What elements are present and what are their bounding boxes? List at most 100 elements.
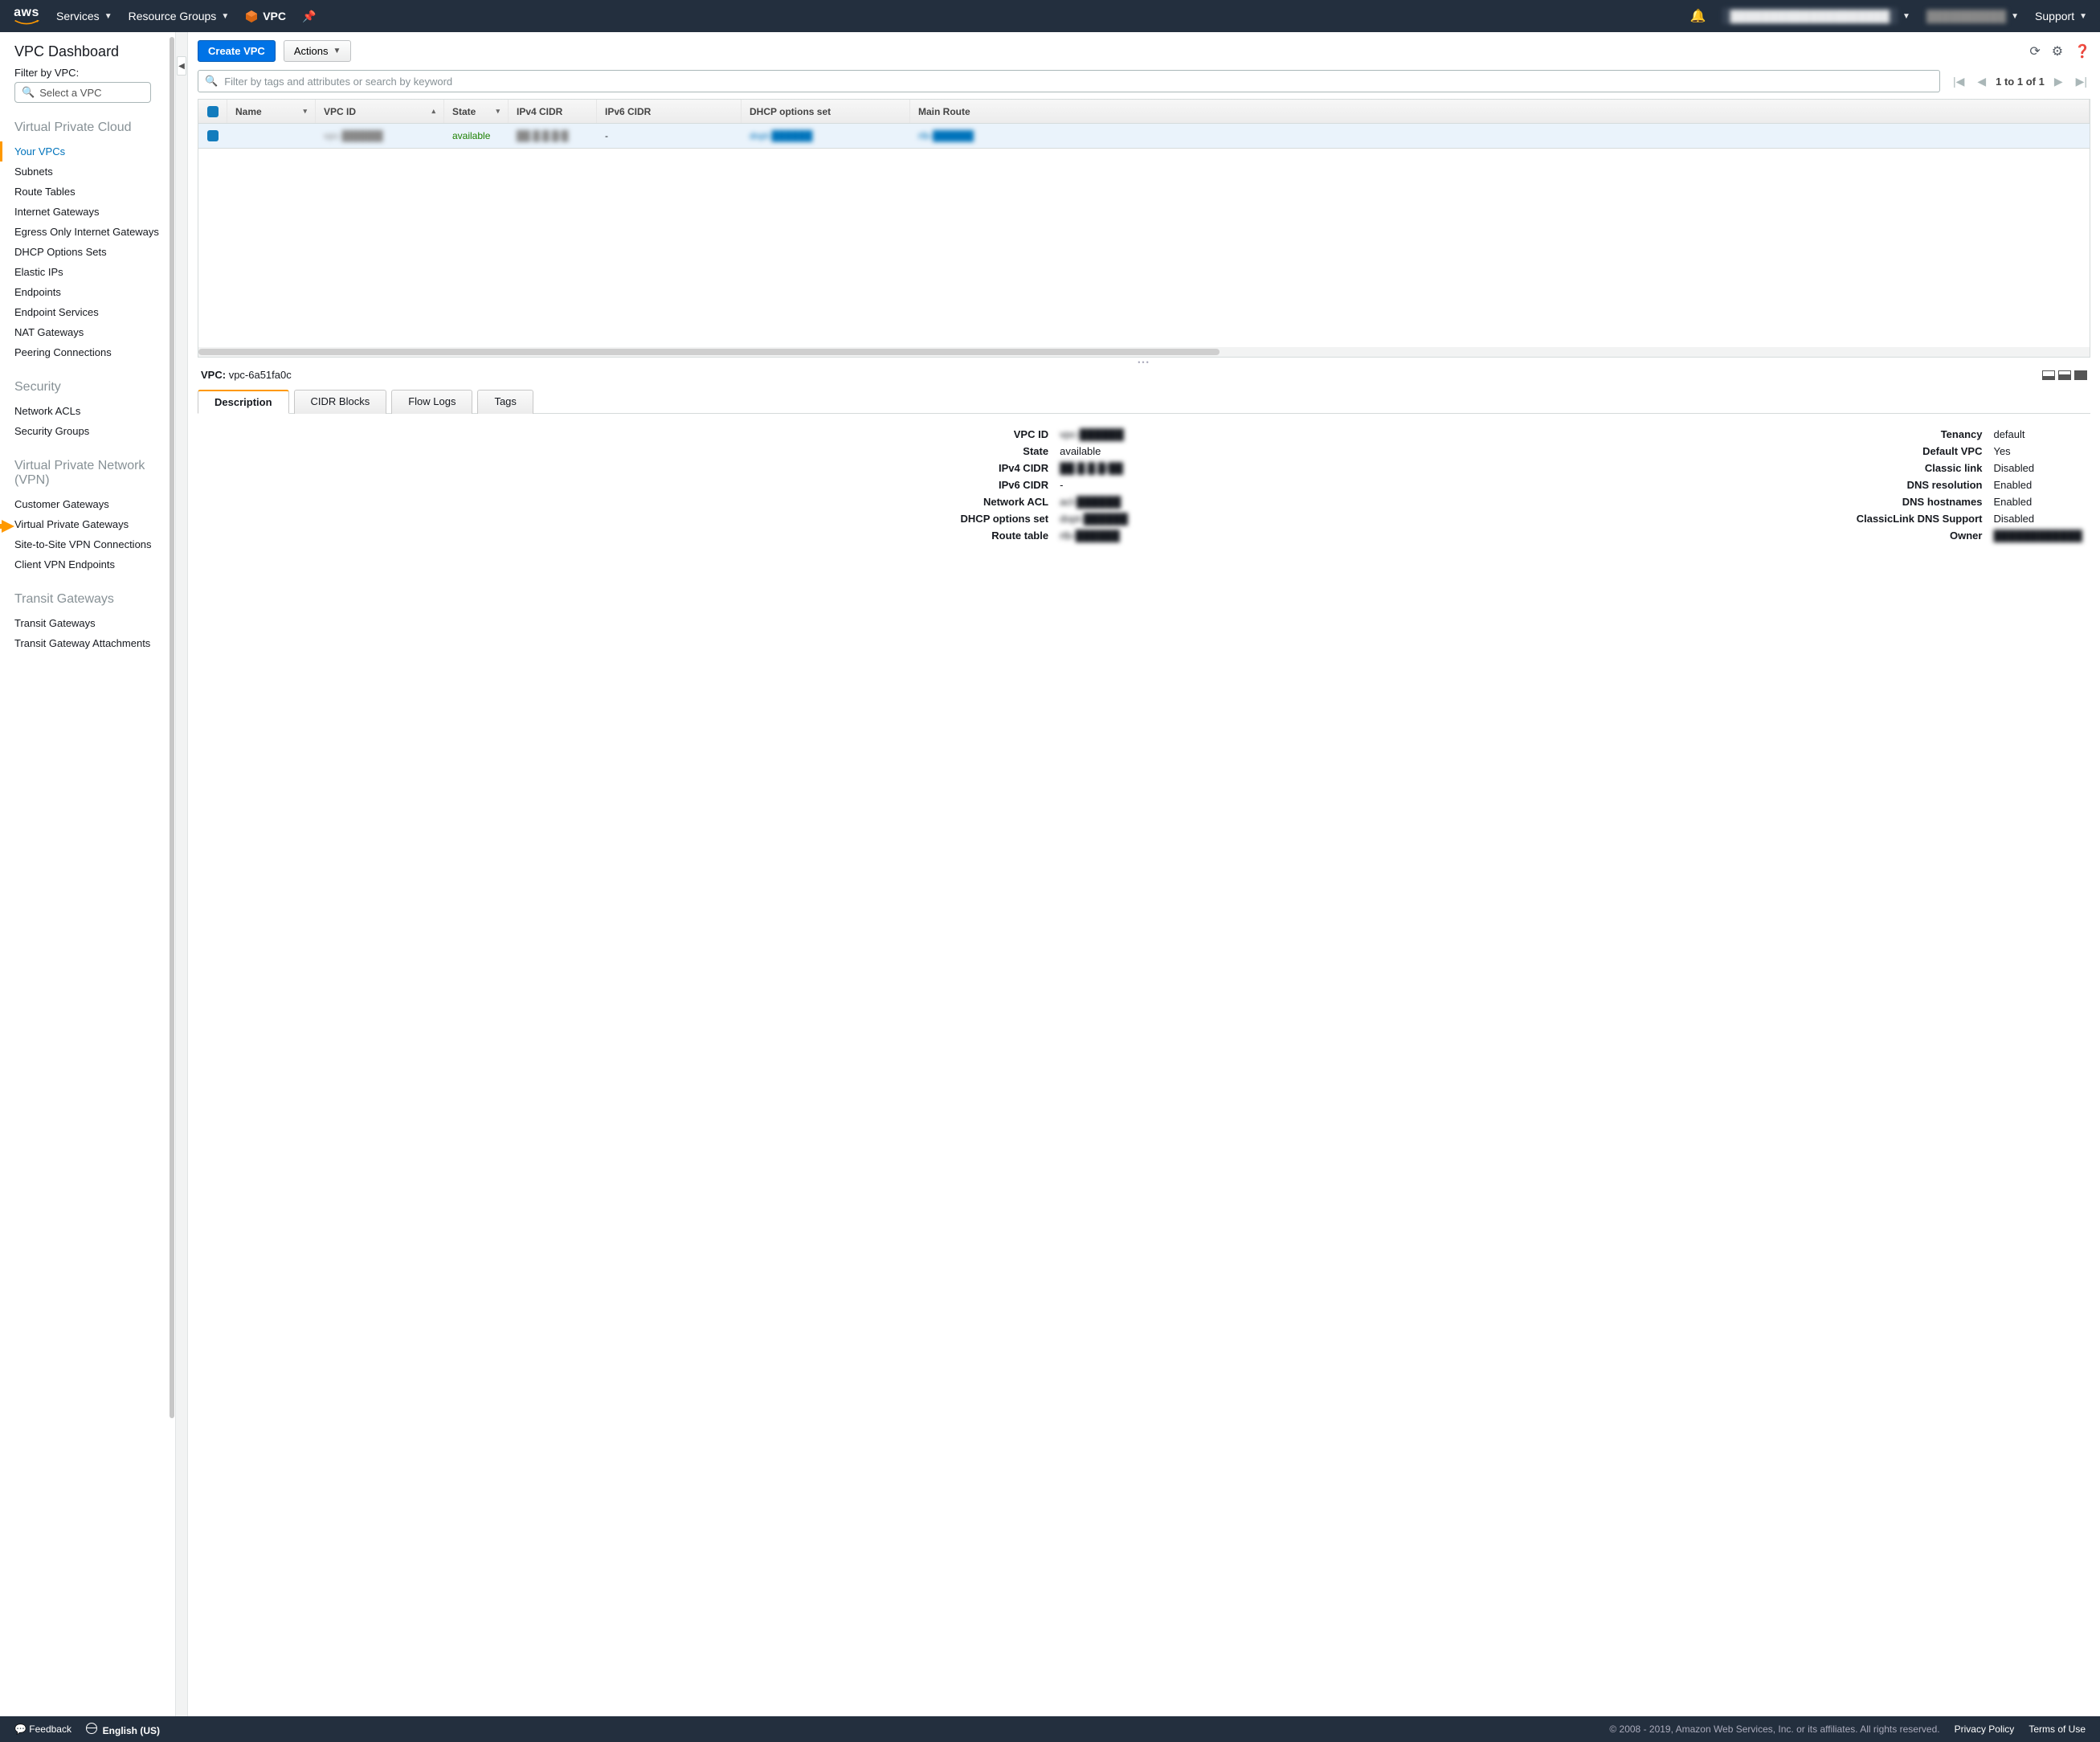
actions-menu-button[interactable]: Actions ▼ [284, 40, 352, 62]
pin-icon: 📌 [302, 10, 316, 23]
label-classiclink-dns: ClassicLink DNS Support [1789, 513, 1982, 525]
col-vpc-id[interactable]: VPC ID▴ [316, 100, 444, 123]
sidebar-item-virtual-private-gateways[interactable]: Virtual Private Gateways [14, 514, 175, 534]
sidebar-item-elastic-ips[interactable]: Elastic IPs [14, 262, 175, 282]
page-first-button[interactable]: |◀ [1950, 73, 1967, 90]
filter-by-vpc-label: Filter by VPC: [14, 67, 175, 79]
label-dns-hostnames: DNS hostnames [1789, 496, 1982, 508]
cell-ipv4: ██.█.█.█/█ [509, 124, 597, 148]
footer: 💬 Feedback English (US) © 2008 - 2019, A… [0, 1716, 2100, 1742]
panel-size-small-button[interactable] [2042, 370, 2055, 380]
table-header-row: Name▾ VPC ID▴ State▾ IPv4 CIDR IPv6 CIDR… [198, 100, 2090, 124]
col-label: IPv6 CIDR [605, 106, 651, 117]
col-name[interactable]: Name▾ [227, 100, 316, 123]
create-vpc-button[interactable]: Create VPC [198, 40, 276, 62]
settings-button[interactable]: ⚙ [2052, 43, 2063, 59]
sidebar-item-customer-gateways[interactable]: Customer Gateways [14, 494, 175, 514]
account-label: ████████████████████ [1722, 8, 1898, 24]
sidebar-item-your-vpcs[interactable]: Your VPCs [0, 141, 175, 162]
cell-ipv6: - [597, 124, 742, 148]
sidebar-scrollbar[interactable] [169, 32, 175, 1716]
col-dhcp[interactable]: DHCP options set [742, 100, 910, 123]
page-prev-button[interactable]: ◀ [1974, 73, 1989, 90]
label-owner: Owner [1789, 530, 1982, 542]
horizontal-scrollbar[interactable] [198, 347, 2090, 357]
search-icon: 🔍 [205, 75, 218, 88]
sidebar-item-transit-gateways[interactable]: Transit Gateways [14, 613, 175, 633]
region-label: ██████████ [1926, 10, 2006, 22]
tab-description[interactable]: Description [198, 390, 289, 414]
cell-name [227, 124, 316, 148]
tab-tags[interactable]: Tags [477, 390, 533, 414]
sidebar-item-egress-only-igw[interactable]: Egress Only Internet Gateways [14, 222, 175, 242]
col-main-route[interactable]: Main Route [910, 100, 2090, 123]
label-vpc-id: VPC ID [904, 428, 1048, 440]
notifications-button[interactable]: 🔔 [1690, 8, 1706, 24]
col-state[interactable]: State▾ [444, 100, 509, 123]
collapse-sidebar-button[interactable]: ◀ [177, 56, 186, 76]
sidebar-item-tgw-attachments[interactable]: Transit Gateway Attachments [14, 633, 175, 653]
col-ipv6-cidr[interactable]: IPv6 CIDR [597, 100, 742, 123]
help-icon: ❓ [2074, 45, 2090, 59]
sidebar-item-endpoints[interactable]: Endpoints [14, 282, 175, 302]
tab-cidr-blocks[interactable]: CIDR Blocks [294, 390, 387, 414]
refresh-button[interactable]: ⟳ [2029, 43, 2040, 59]
sidebar-item-subnets[interactable]: Subnets [14, 162, 175, 182]
search-input[interactable]: 🔍 Filter by tags and attributes or searc… [198, 70, 1940, 92]
sidebar-item-peering[interactable]: Peering Connections [14, 342, 175, 362]
label-ipv4-cidr: IPv4 CIDR [904, 462, 1048, 474]
sidebar-item-network-acls[interactable]: Network ACLs [14, 401, 175, 421]
sidebar-item-route-tables[interactable]: Route Tables [14, 182, 175, 202]
sidebar-item-endpoint-services[interactable]: Endpoint Services [14, 302, 175, 322]
sidebar: VPC Dashboard Filter by VPC: 🔍 Select a … [0, 32, 175, 1716]
tab-flow-logs[interactable]: Flow Logs [391, 390, 472, 414]
pinned-service[interactable]: VPC [245, 10, 286, 22]
label-dhcp-options: DHCP options set [904, 513, 1048, 525]
pinned-service-label: VPC [263, 10, 286, 22]
actions-label: Actions [294, 45, 329, 57]
sidebar-item-nat-gateways[interactable]: NAT Gateways [14, 322, 175, 342]
sidebar-item-site-to-site-vpn[interactable]: Site-to-Site VPN Connections [14, 534, 175, 554]
chevron-down-icon: ▼ [1902, 12, 1910, 21]
account-menu[interactable]: ████████████████████ ▼ [1722, 8, 1910, 24]
resource-groups-label: Resource Groups [129, 10, 217, 22]
sidebar-item-dhcp-options[interactable]: DHCP Options Sets [14, 242, 175, 262]
row-checkbox[interactable] [198, 124, 227, 148]
feedback-button[interactable]: 💬 Feedback [14, 1724, 71, 1735]
support-menu[interactable]: Support ▼ [2035, 10, 2087, 22]
value-dhcp[interactable]: dopt-██████ [1060, 513, 1128, 525]
value-state: available [1060, 445, 1128, 457]
language-selector[interactable]: English (US) [86, 1723, 160, 1736]
sidebar-title[interactable]: VPC Dashboard [14, 43, 175, 60]
value-ipv6: - [1060, 479, 1128, 491]
resource-groups-menu[interactable]: Resource Groups ▼ [129, 10, 230, 22]
services-menu[interactable]: Services ▼ [56, 10, 112, 22]
table-empty-area [198, 149, 2090, 358]
page-last-button[interactable]: ▶| [2073, 73, 2090, 90]
privacy-link[interactable]: Privacy Policy [1955, 1724, 2015, 1735]
col-ipv4-cidr[interactable]: IPv4 CIDR [509, 100, 597, 123]
select-all-checkbox[interactable] [198, 100, 227, 123]
sidebar-item-client-vpn[interactable]: Client VPN Endpoints [14, 554, 175, 575]
help-button[interactable]: ❓ [2074, 43, 2090, 59]
table-row[interactable]: vpc-██████ available ██.█.█.█/█ - dopt-█… [198, 124, 2090, 148]
col-label: DHCP options set [750, 106, 831, 117]
label-route-table: Route table [904, 530, 1048, 542]
value-route-table[interactable]: rtb-██████ [1060, 530, 1128, 542]
region-menu[interactable]: ██████████ ▼ [1926, 10, 2019, 22]
sidebar-item-security-groups[interactable]: Security Groups [14, 421, 175, 441]
group-vpc-title: Virtual Private Cloud [14, 121, 175, 135]
pin-button[interactable]: 📌 [302, 10, 316, 23]
page-next-button[interactable]: ▶ [2051, 73, 2066, 90]
sidebar-item-internet-gateways[interactable]: Internet Gateways [14, 202, 175, 222]
split-handle[interactable]: ••• [198, 358, 2090, 367]
aws-logo[interactable]: aws [13, 6, 40, 26]
panel-size-medium-button[interactable] [2058, 370, 2071, 380]
panel-size-large-button[interactable] [2074, 370, 2087, 380]
value-classiclink-dns: Disabled [1993, 513, 2082, 525]
value-network-acl[interactable]: acl-██████ [1060, 496, 1128, 508]
chevron-down-icon: ▼ [2079, 12, 2087, 21]
vpc-filter-select[interactable]: 🔍 Select a VPC [14, 82, 151, 103]
terms-link[interactable]: Terms of Use [2029, 1724, 2086, 1735]
group-tgw-title: Transit Gateways [14, 592, 175, 607]
